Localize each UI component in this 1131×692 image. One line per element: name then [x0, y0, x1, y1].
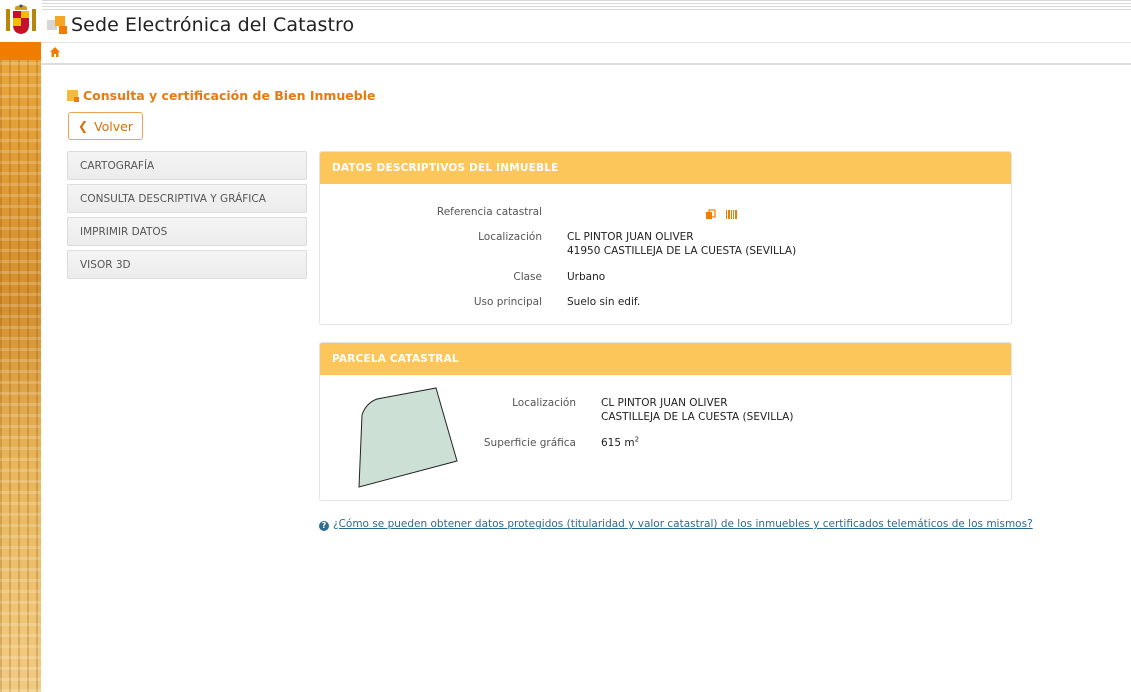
parcela-localizacion-label: Localización [512, 397, 576, 409]
localizacion-line1: CL PINTOR JUAN OLIVER [567, 231, 694, 243]
header-lines [42, 0, 1131, 10]
spain-crest-icon [6, 4, 36, 34]
uso-principal-label: Uso principal [473, 296, 542, 308]
menu-item-visor-3d[interactable]: VISOR 3D [67, 250, 307, 279]
uso-principal-value: Suelo sin edif. [567, 296, 641, 308]
catastro-logo-icon [47, 16, 67, 34]
copy-icon[interactable] [705, 205, 716, 219]
barcode-icon[interactable] [726, 205, 737, 219]
ref-catastral-actions [705, 205, 737, 219]
menu-item-cartografia[interactable]: CARTOGRAFÍA [67, 151, 307, 180]
brand-title: Sede Electrónica del Catastro [71, 14, 355, 36]
menu-item-imprimir-datos[interactable]: IMPRIMIR DATOS [67, 217, 307, 246]
breadcrumb-bar [41, 42, 1131, 65]
clase-value: Urbano [567, 271, 606, 283]
side-strip-cap [0, 42, 41, 60]
superficie-exponent: 2 [634, 435, 640, 444]
back-button[interactable]: ❮ Volver [68, 112, 143, 140]
side-decorative-strip [0, 42, 41, 692]
help-protected-data-link[interactable]: ¿Cómo se pueden obtener datos protegidos… [333, 518, 1033, 530]
superficie-value: 615 m2 [601, 436, 639, 450]
header: Sede Electrónica del Catastro [0, 0, 1131, 42]
parcela-catastral-panel: PARCELA CATASTRAL Localización CL PINTOR… [319, 342, 1012, 501]
side-menu: CARTOGRAFÍA CONSULTA DESCRIPTIVA Y GRÁFI… [67, 151, 307, 283]
superficie-label: Superficie gráfica [483, 437, 576, 449]
parcela-localizacion-line2: CASTILLEJA DE LA CUESTA (SEVILLA) [601, 411, 794, 423]
datos-descriptivos-panel: DATOS DESCRIPTIVOS DEL INMUEBLE Referenc… [319, 151, 1012, 325]
chevron-left-icon: ❮ [78, 119, 89, 133]
datos-panel-header: DATOS DESCRIPTIVOS DEL INMUEBLE [320, 152, 1011, 184]
home-icon[interactable] [49, 46, 61, 58]
superficie-number: 615 m [601, 437, 635, 449]
menu-item-consulta-descriptiva[interactable]: CONSULTA DESCRIPTIVA Y GRÁFICA [67, 184, 307, 213]
ref-catastral-label: Referencia catastral [436, 206, 542, 218]
back-button-label: Volver [94, 118, 133, 134]
page-title: Consulta y certificación de Bien Inmuebl… [83, 88, 376, 103]
question-circle-icon: ? [319, 521, 329, 531]
clase-label: Clase [513, 271, 542, 283]
help-line: ? ¿Cómo se pueden obtener datos protegido… [319, 518, 1033, 531]
parcela-localizacion-line1: CL PINTOR JUAN OLIVER [601, 397, 728, 409]
parcela-panel-header: PARCELA CATASTRAL [320, 343, 1011, 375]
title-square-icon [67, 90, 79, 102]
localizacion-line2: 41950 CASTILLEJA DE LA CUESTA (SEVILLA) [567, 245, 797, 257]
localizacion-label: Localización [478, 231, 542, 243]
